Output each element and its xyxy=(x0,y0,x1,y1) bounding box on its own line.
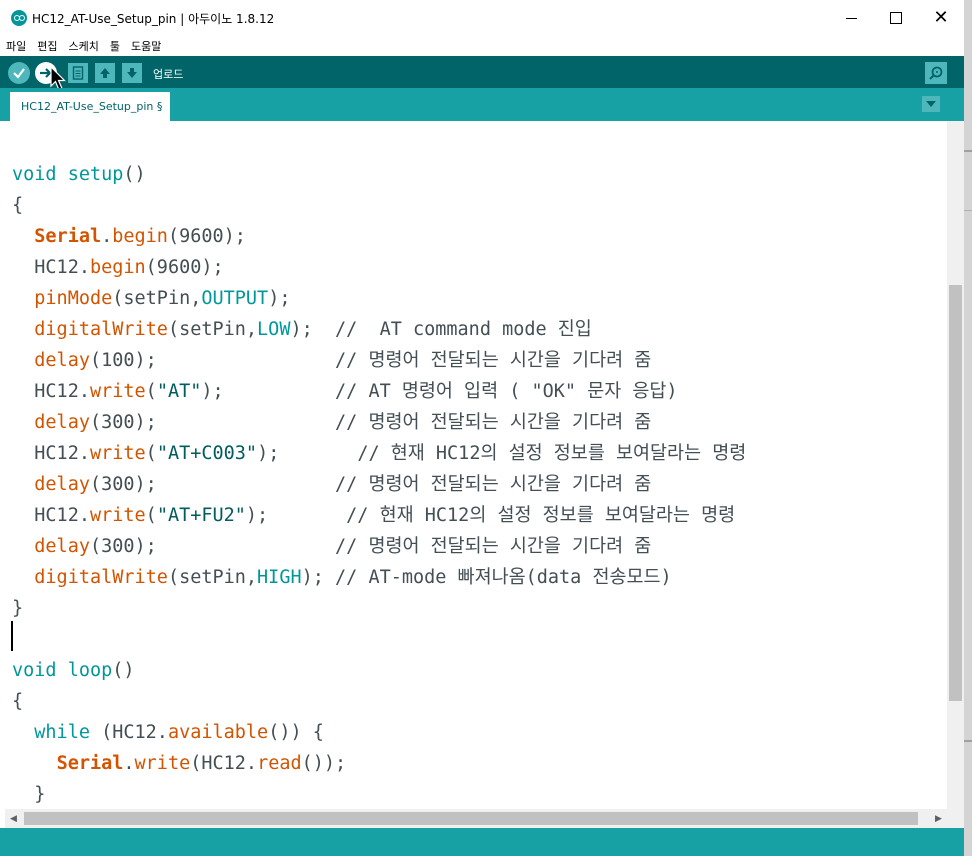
menu-edit[interactable]: 편집 xyxy=(31,38,62,54)
code-line: } xyxy=(12,784,46,805)
window-title: HC12_AT-Use_Setup_pin | 아두이노 1.8.12 xyxy=(32,12,275,26)
scroll-left-icon[interactable]: ◀ xyxy=(5,809,22,828)
desktop-divider xyxy=(964,210,972,211)
minimize-icon xyxy=(845,17,857,19)
code-line: digitalWrite(setPin,HIGH); // AT-mode 빠져… xyxy=(34,567,672,588)
serial-monitor-icon xyxy=(929,66,943,80)
menu-bar: 파일 편집 스케치 툴 도움말 xyxy=(0,36,964,56)
menu-sketch[interactable]: 스케치 xyxy=(63,38,104,54)
save-icon xyxy=(127,68,137,78)
tab-sketch[interactable]: HC12_AT-Use_Setup_pin § xyxy=(10,92,171,121)
vertical-scroll-thumb[interactable] xyxy=(949,285,962,701)
desktop-divider xyxy=(964,740,972,742)
code-line: HC12.write("AT+FU2"); // 현재 HC12의 설정 정보를… xyxy=(12,505,736,526)
text-caret xyxy=(11,621,13,651)
code-line: Serial.write(HC12.read()); xyxy=(56,753,347,774)
minimize-button[interactable] xyxy=(828,0,874,36)
serial-monitor-button[interactable] xyxy=(925,62,947,84)
tab-bar: HC12_AT-Use_Setup_pin § xyxy=(0,88,964,121)
status-bar xyxy=(0,828,964,856)
save-sketch-button[interactable] xyxy=(122,63,142,83)
chevron-down-icon xyxy=(926,101,936,107)
code-line: HC12.write("AT+C003"); // 현재 HC12의 설정 정보… xyxy=(12,443,747,464)
horizontal-scroll-thumb[interactable] xyxy=(24,812,918,825)
code-line: Serial.begin(9600); xyxy=(34,226,246,247)
code-line: while (HC12.available()) { xyxy=(34,722,324,743)
maximize-icon xyxy=(890,12,902,24)
verify-button[interactable] xyxy=(8,62,30,84)
new-icon xyxy=(72,66,84,80)
code-line: delay(300); // 명령어 전달되는 시간을 기다려 줌 xyxy=(34,536,652,557)
code-line: void loop() xyxy=(12,660,135,681)
code-line: { xyxy=(12,195,24,216)
code-line: delay(100); // 명령어 전달되는 시간을 기다려 줌 xyxy=(34,350,652,371)
new-sketch-button[interactable] xyxy=(68,63,88,83)
horizontal-scrollbar[interactable]: ◀ ▶ xyxy=(5,809,947,828)
menu-help[interactable]: 도움말 xyxy=(125,38,166,54)
code-text[interactable]: void setup() { Serial.begin(9600); HC12.… xyxy=(12,159,746,809)
code-line: } xyxy=(12,598,24,619)
open-icon xyxy=(100,68,110,78)
code-line: pinMode(setPin,OUTPUT); xyxy=(34,288,291,309)
scroll-right-icon[interactable]: ▶ xyxy=(930,809,947,828)
verify-icon xyxy=(13,68,25,79)
menu-file[interactable]: 파일 xyxy=(0,38,31,54)
code-line: delay(300); // 명령어 전달되는 시간을 기다려 줌 xyxy=(34,412,652,433)
code-line: HC12.begin(9600); xyxy=(12,257,224,278)
vertical-scrollbar[interactable] xyxy=(947,121,964,809)
close-icon: ✕ xyxy=(933,7,949,28)
toolbar-hover-label: 업로드 xyxy=(153,68,184,81)
code-line: delay(300); // 명령어 전달되는 시간을 기다려 줌 xyxy=(34,474,652,495)
desktop-background xyxy=(964,0,972,856)
maximize-button[interactable] xyxy=(873,0,919,36)
code-line: HC12.write("AT"); // AT 명령어 입력 ( "OK" 문자… xyxy=(12,381,678,402)
desktop-divider xyxy=(964,150,972,152)
arduino-logo-icon xyxy=(11,10,27,26)
code-line: digitalWrite(setPin,LOW); // AT command … xyxy=(34,319,592,340)
scroll-corner xyxy=(947,809,964,828)
close-button[interactable]: ✕ xyxy=(918,0,964,36)
code-editor[interactable]: void setup() { Serial.begin(9600); HC12.… xyxy=(0,121,947,809)
toolbar: 업로드 xyxy=(0,56,964,88)
code-line: void setup() xyxy=(12,164,146,185)
open-sketch-button[interactable] xyxy=(95,63,115,83)
code-line: { xyxy=(12,691,24,712)
tab-menu-button[interactable] xyxy=(922,96,940,112)
title-bar: HC12_AT-Use_Setup_pin | 아두이노 1.8.12 ✕ xyxy=(0,0,964,36)
menu-tools[interactable]: 툴 xyxy=(104,38,125,54)
